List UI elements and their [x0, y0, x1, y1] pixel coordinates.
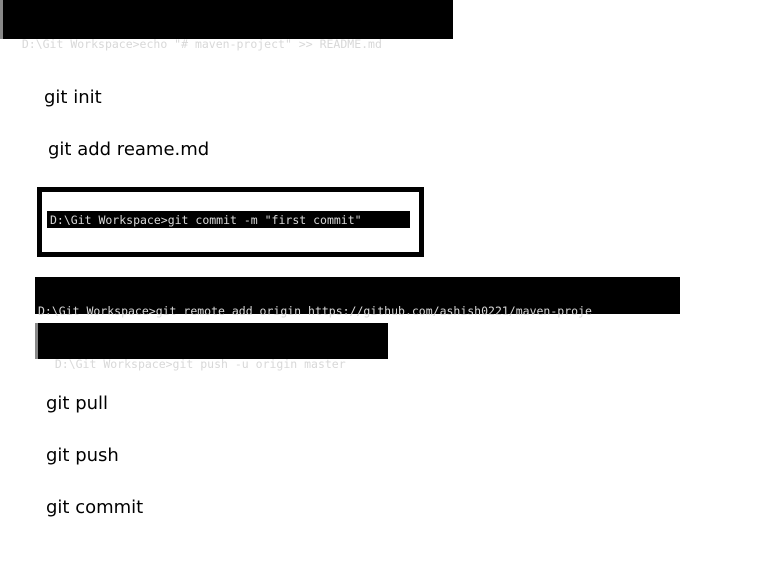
note-git-init: git init [44, 87, 102, 108]
terminal-line-echo-readme: D:\Git Workspace>echo "# maven-project" … [21, 37, 382, 51]
note-git-commit: git commit [46, 497, 144, 518]
terminal-push-origin: D:\Git Workspace>git push -u origin mast… [35, 323, 388, 370]
note-git-add: git add reame.md [48, 139, 210, 160]
terminal-remote-add: D:\Git Workspace>git remote add origin h… [35, 277, 680, 353]
terminal-line-push-origin: D:\Git Workspace>git push -u origin mast… [54, 357, 346, 371]
terminal-commit-frame: D:\Git Workspace>git commit -m "first co… [37, 187, 424, 257]
note-git-pull: git pull [46, 393, 109, 414]
terminal-line-commit: D:\Git Workspace>git commit -m "first co… [44, 208, 413, 231]
terminal-echo-readme: D:\Git Workspace>echo "# maven-project" … [0, 0, 453, 50]
terminal-border [35, 323, 38, 359]
terminal-line-remote-add-1: D:\Git Workspace>git remote add origin h… [38, 304, 592, 318]
terminal-border [0, 0, 3, 39]
note-git-push: git push [46, 445, 119, 466]
